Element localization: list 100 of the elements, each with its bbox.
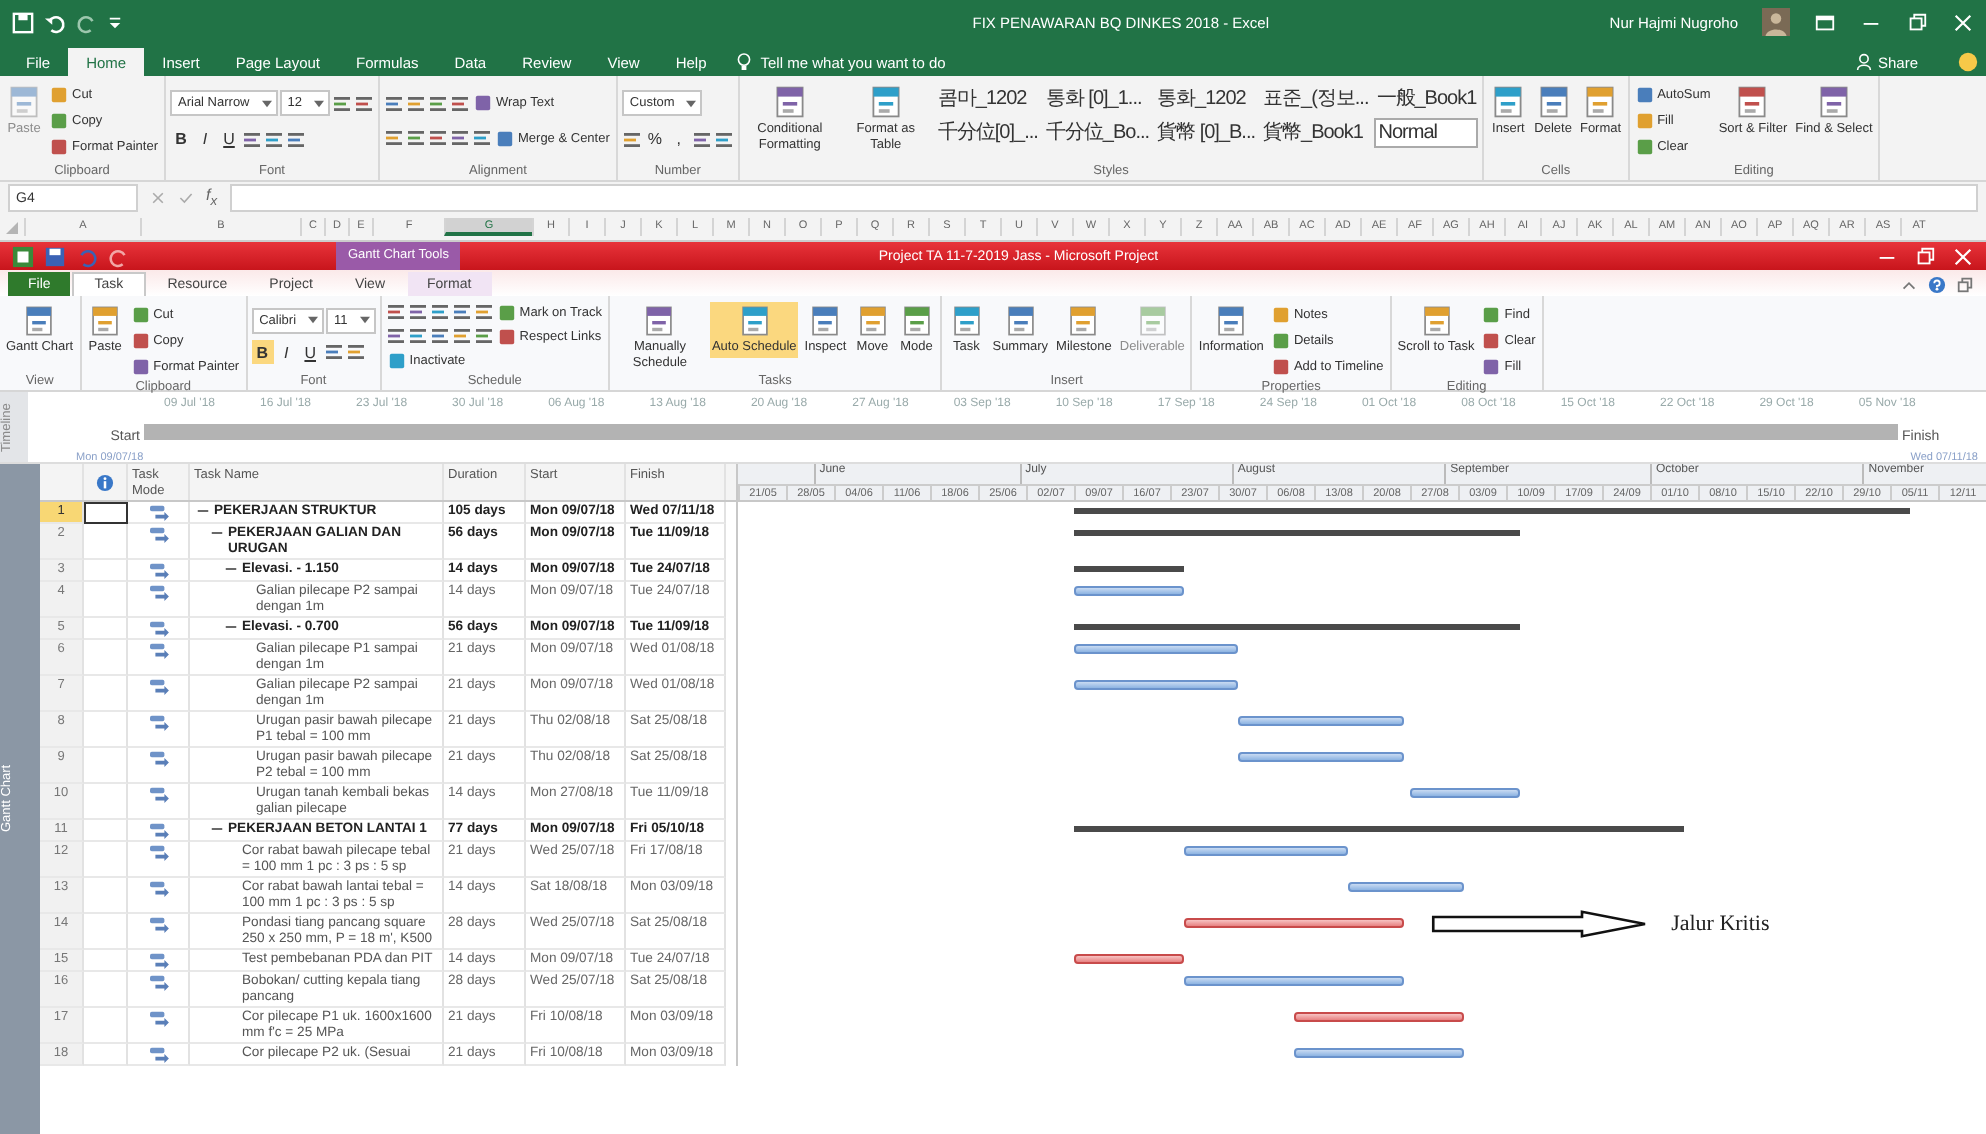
- lines-icon: [713, 129, 734, 150]
- undo-icon[interactable]: [44, 11, 66, 33]
- toolbar-button[interactable]: [451, 300, 472, 324]
- toolbar-button[interactable]: [406, 91, 426, 116]
- toolbar-button[interactable]: [345, 340, 366, 365]
- feedback-icon[interactable]: [1958, 52, 1978, 72]
- square-icon: [1271, 305, 1290, 323]
- toolbar-button[interactable]: [429, 324, 450, 348]
- restore-icon[interactable]: [1956, 276, 1974, 294]
- toolbar-button[interactable]: [451, 324, 472, 348]
- check-icon[interactable]: [178, 190, 194, 206]
- task-bar[interactable]: [1183, 918, 1404, 928]
- toolbar-button[interactable]: [428, 126, 448, 151]
- page-icon: [1535, 84, 1572, 120]
- lines-icon: [450, 93, 470, 114]
- lines-icon: [242, 129, 262, 150]
- toolbar-button[interactable]: [428, 91, 448, 116]
- format-button[interactable]: U: [218, 127, 240, 152]
- square-icon: [387, 351, 406, 369]
- close-icon[interactable]: [1952, 245, 1974, 267]
- format-button[interactable]: B: [251, 340, 274, 365]
- square-icon: [50, 111, 68, 129]
- collapse-icon[interactable]: [224, 562, 238, 576]
- toolbar-button[interactable]: [286, 127, 306, 152]
- toolbar-button[interactable]: [407, 300, 428, 324]
- toolbar-button[interactable]: [450, 91, 470, 116]
- square-icon: [496, 129, 514, 148]
- collapse-icon[interactable]: [224, 620, 238, 634]
- cell-style-swatch[interactable]: 千分位[0]_...: [935, 118, 1040, 148]
- collapse-ribbon-icon[interactable]: [1900, 276, 1918, 294]
- lines-icon: [345, 342, 366, 363]
- square-icon: [50, 85, 68, 103]
- page-icon: [1003, 304, 1038, 338]
- page-icon: [855, 304, 890, 338]
- task-bar[interactable]: [1074, 954, 1184, 964]
- toolbar-button[interactable]: [323, 340, 344, 365]
- toolbar-button[interactable]: [473, 300, 494, 324]
- lines-icon: [428, 128, 448, 149]
- cell-style-swatch[interactable]: 一般_Book1: [1374, 84, 1479, 114]
- square-icon: [131, 305, 150, 323]
- toolbar-button[interactable]: [385, 324, 406, 348]
- restore-icon[interactable]: [1914, 245, 1936, 267]
- format-button[interactable]: %: [643, 127, 666, 152]
- redo-icon[interactable]: [76, 11, 98, 33]
- lines-icon: [385, 326, 406, 346]
- task-mode-icon: [147, 916, 169, 934]
- toolbar-button[interactable]: [407, 324, 428, 348]
- format-button[interactable]: B: [170, 127, 192, 152]
- cell-style-swatch[interactable]: 貨幣_Book1: [1261, 118, 1371, 148]
- toolbar-button[interactable]: [450, 126, 470, 151]
- cell-style-swatch[interactable]: 통화_1202: [1155, 84, 1258, 114]
- toolbar-button[interactable]: [472, 126, 492, 151]
- lines-icon: [451, 302, 472, 322]
- customize-icon[interactable]: [108, 15, 122, 29]
- save-icon[interactable]: [12, 11, 34, 33]
- close-icon[interactable]: [1952, 11, 1974, 33]
- format-button[interactable]: I: [194, 127, 216, 152]
- toolbar-button[interactable]: [242, 127, 262, 152]
- format-button[interactable]: I: [275, 340, 298, 365]
- collapse-icon[interactable]: [210, 526, 224, 540]
- ribbon-display-icon[interactable]: [1814, 11, 1836, 33]
- lines-icon: [472, 128, 492, 149]
- collapse-icon[interactable]: [196, 504, 210, 518]
- lines-icon: [286, 129, 306, 150]
- toolbar-button[interactable]: [621, 127, 642, 152]
- redo-icon[interactable]: [108, 245, 130, 267]
- lines-icon: [450, 128, 470, 149]
- page-icon: [1214, 304, 1249, 338]
- cell-style-swatch[interactable]: 貨幣 [0]_B...: [1155, 118, 1258, 148]
- toolbar-button[interactable]: [406, 126, 426, 151]
- toolbar-button[interactable]: [264, 127, 284, 152]
- toolbar-button[interactable]: [429, 300, 450, 324]
- collapse-icon[interactable]: [210, 822, 224, 836]
- toolbar-button[interactable]: [332, 91, 352, 116]
- page-icon: [899, 304, 934, 338]
- cell-style-swatch[interactable]: 千分位_Bo...: [1043, 118, 1152, 148]
- toolbar-button[interactable]: [473, 324, 494, 348]
- toolbar-button[interactable]: [691, 127, 712, 152]
- help-icon[interactable]: [1928, 276, 1946, 294]
- toolbar-button[interactable]: [384, 126, 404, 151]
- toolbar-button[interactable]: [384, 91, 404, 116]
- cell-style-swatch[interactable]: 통화 [0]_1...: [1043, 84, 1152, 114]
- insert-function-button[interactable]: f$_{x}$: [206, 186, 218, 210]
- cell-style-swatch[interactable]: 표준_(정보...: [1261, 84, 1371, 114]
- toolbar-button[interactable]: [354, 91, 374, 116]
- toolbar-button[interactable]: [713, 127, 734, 152]
- format-button[interactable]: ,: [667, 127, 690, 152]
- task-mode-icon: [147, 786, 169, 804]
- restore-icon[interactable]: [1906, 11, 1928, 33]
- task-bar[interactable]: [1293, 1012, 1465, 1022]
- cell-style-swatch[interactable]: 콤마_1202: [935, 84, 1040, 114]
- toolbar-button[interactable]: [385, 300, 406, 324]
- caret-icon: [359, 316, 370, 325]
- save-icon[interactable]: [44, 245, 66, 267]
- square-icon: [1271, 331, 1290, 349]
- lines-icon: [621, 129, 642, 150]
- format-button[interactable]: U: [299, 340, 322, 365]
- formula-field[interactable]: [229, 184, 1978, 212]
- lines-icon: [473, 326, 494, 346]
- cell-style-swatch[interactable]: Normal: [1374, 118, 1479, 148]
